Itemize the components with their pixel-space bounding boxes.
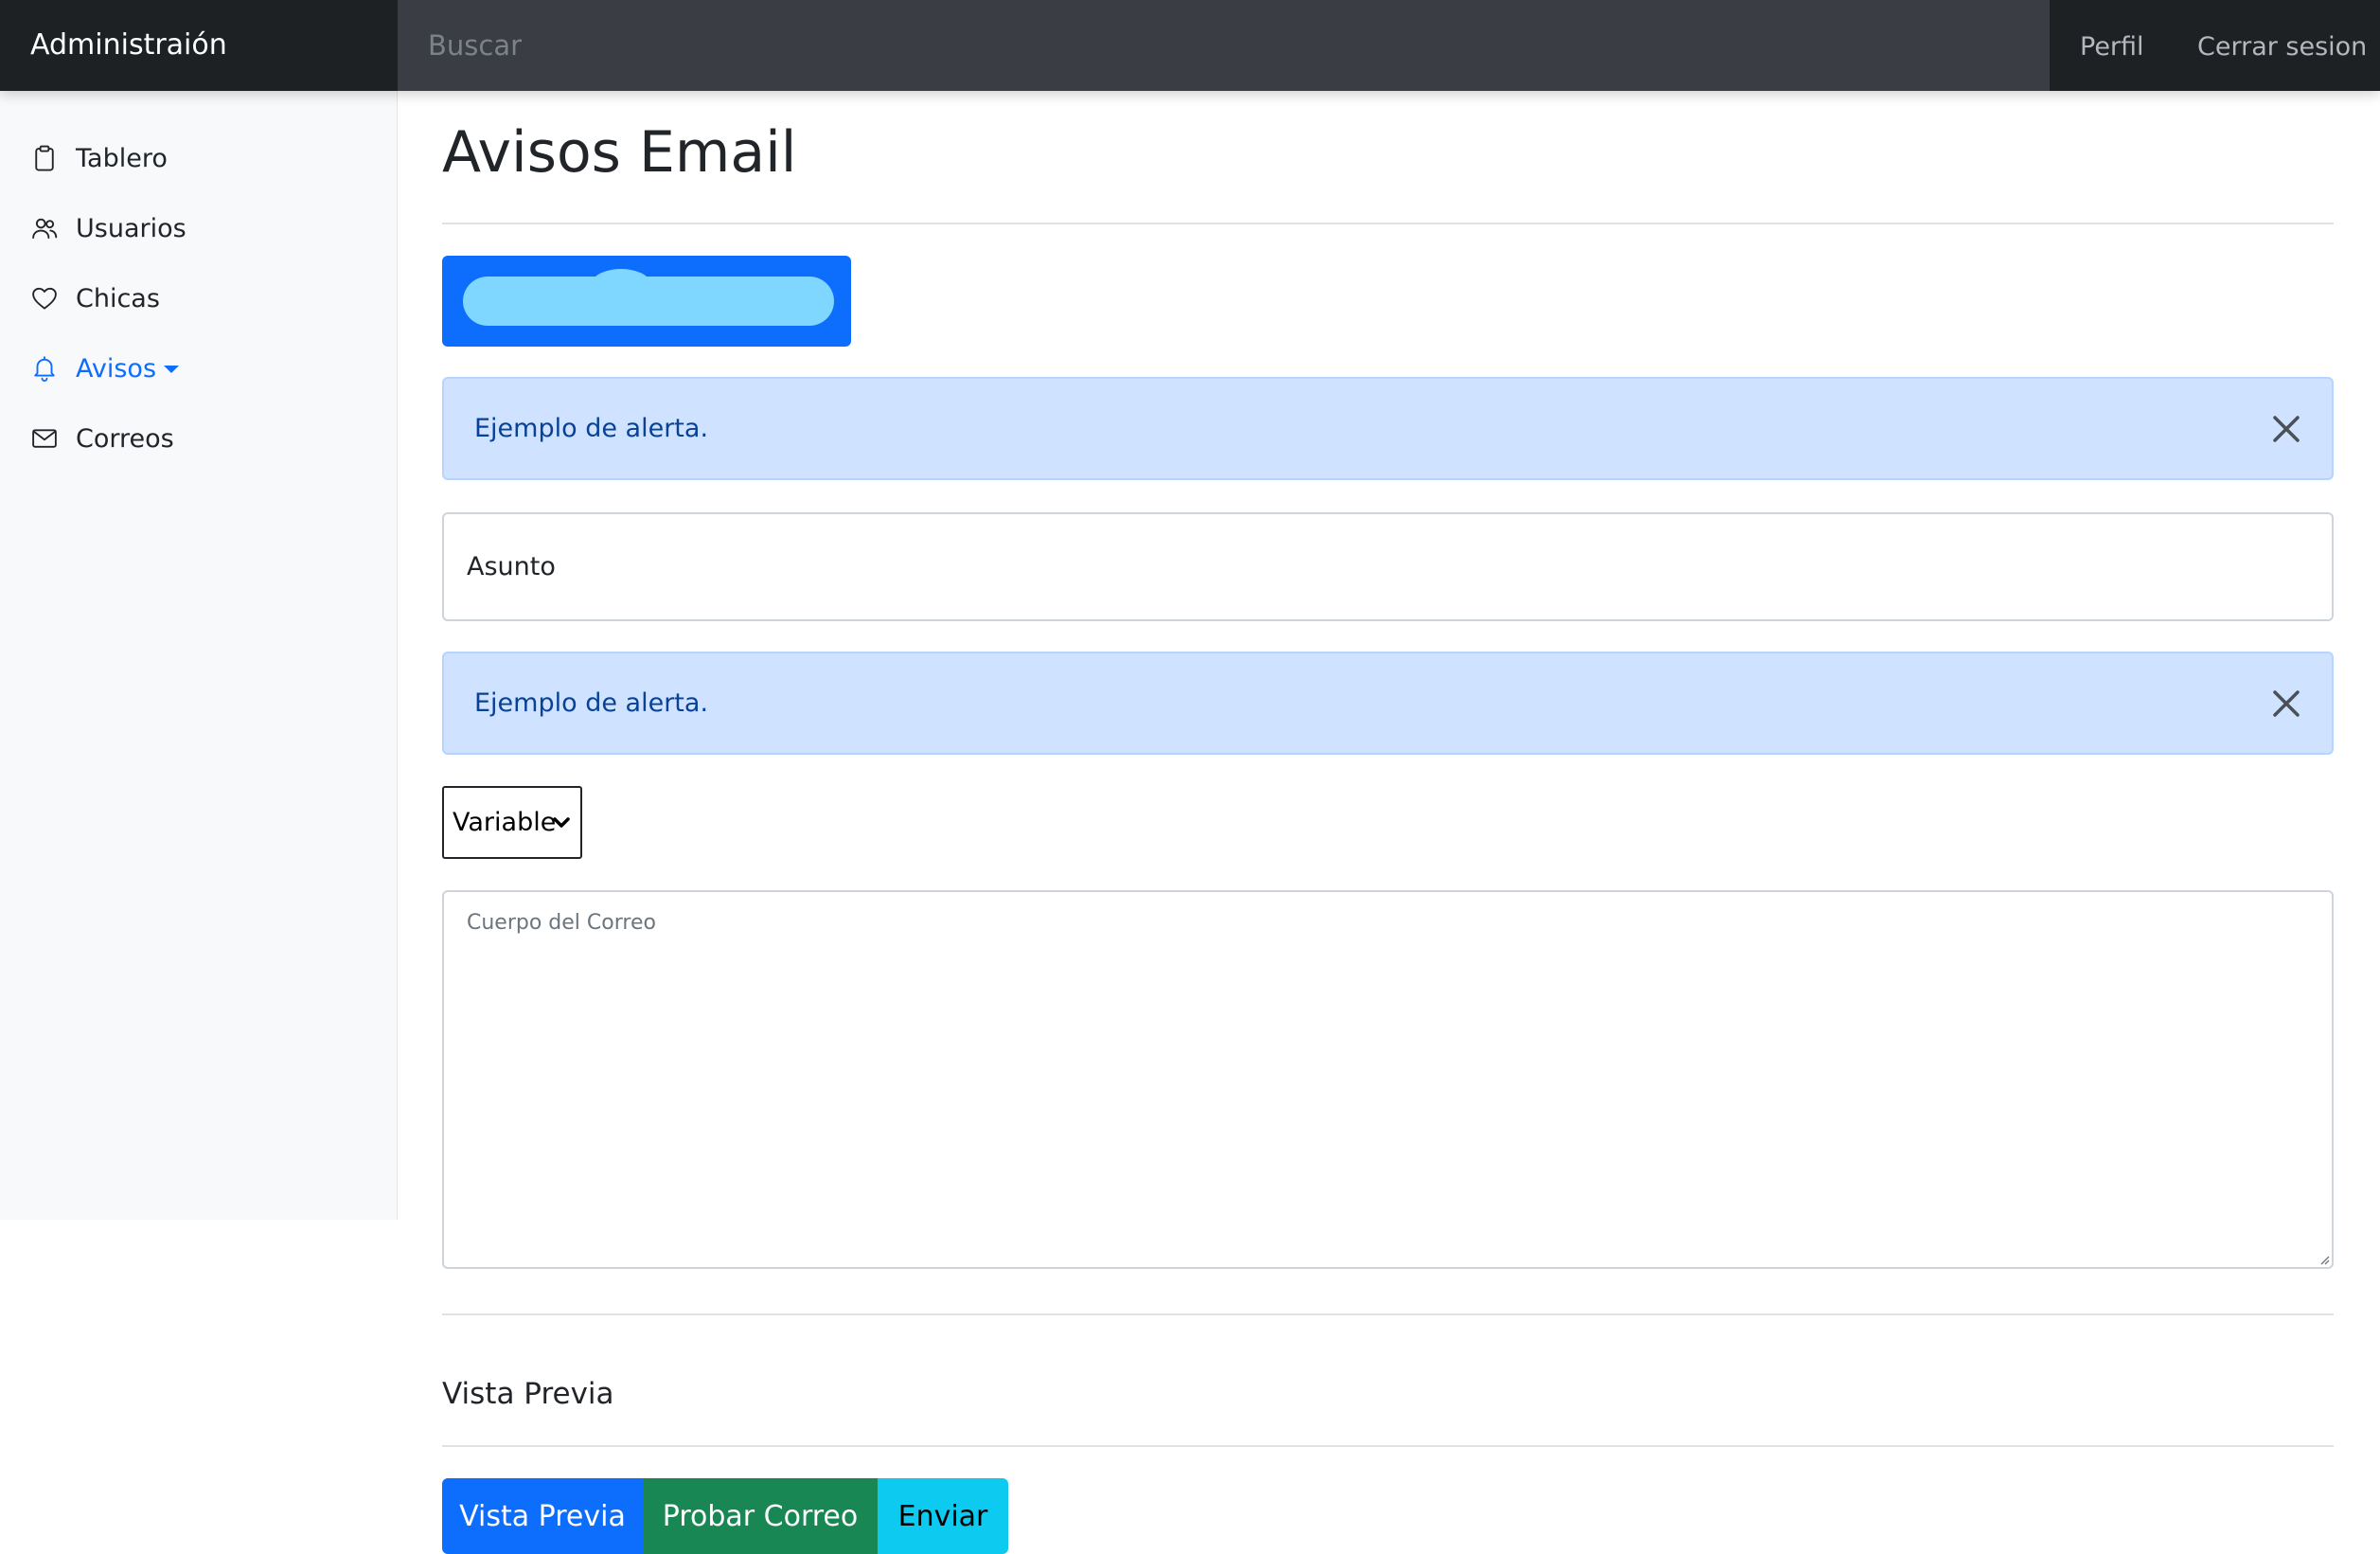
sidebar-item-label: Tablero bbox=[76, 143, 168, 173]
logout-link[interactable]: Cerrar sesion bbox=[2197, 0, 2367, 91]
dropdown-caret-icon bbox=[164, 366, 180, 373]
test-email-button[interactable]: Probar Correo bbox=[643, 1478, 878, 1554]
page-title: Avisos Email bbox=[442, 119, 797, 186]
sidebar-item-tablero[interactable]: Tablero bbox=[30, 134, 168, 183]
variable-select-value: Variable bbox=[453, 808, 557, 837]
sidebar-item-label: Usuarios bbox=[76, 213, 186, 243]
alert-text: Ejemplo de alerta. bbox=[474, 414, 709, 443]
redaction-mark bbox=[592, 269, 650, 299]
alert: Ejemplo de alerta. bbox=[442, 377, 2334, 480]
sidebar-item-label: Correos bbox=[76, 423, 174, 454]
main-content: Avisos Email Ejemplo de alerta. Asunto E… bbox=[442, 91, 2334, 1554]
users-icon bbox=[32, 218, 58, 239]
divider bbox=[442, 1313, 2334, 1315]
redacted-button[interactable] bbox=[442, 256, 851, 347]
action-button-group: Vista Previa Probar Correo Enviar bbox=[442, 1478, 1008, 1554]
preview-button[interactable]: Vista Previa bbox=[442, 1478, 643, 1554]
subject-label: Asunto bbox=[467, 552, 556, 581]
variable-select[interactable]: Variable bbox=[442, 786, 582, 859]
sidebar-item-label: Chicas bbox=[76, 283, 160, 313]
send-button[interactable]: Enviar bbox=[878, 1478, 1008, 1554]
divider bbox=[442, 1445, 2334, 1447]
alert-text: Ejemplo de alerta. bbox=[474, 688, 709, 718]
sidebar-item-label: Avisos bbox=[76, 353, 157, 384]
clipboard-icon bbox=[35, 145, 54, 171]
close-icon[interactable] bbox=[2264, 681, 2309, 726]
subject-field[interactable]: Asunto bbox=[442, 512, 2334, 621]
resize-grip-icon[interactable] bbox=[2318, 1254, 2330, 1265]
sidebar-item-chicas[interactable]: Chicas bbox=[30, 274, 160, 323]
heart-icon bbox=[32, 287, 57, 310]
close-icon[interactable] bbox=[2264, 406, 2309, 452]
top-navbar: Administraión Perfil Cerrar sesion bbox=[0, 0, 2380, 91]
search-input[interactable] bbox=[398, 0, 2050, 91]
chevron-down-icon bbox=[553, 817, 570, 828]
sidebar-item-correos[interactable]: Correos bbox=[30, 414, 174, 463]
sidebar-item-usuarios[interactable]: Usuarios bbox=[30, 204, 186, 253]
sidebar-item-avisos[interactable]: Avisos bbox=[30, 344, 180, 393]
email-body-textarea[interactable] bbox=[442, 890, 2334, 1269]
brand-title[interactable]: Administraión bbox=[0, 0, 398, 91]
envelope-icon bbox=[32, 429, 57, 448]
sidebar: Tablero Usuarios Chicas Avisos Correos bbox=[0, 91, 398, 1220]
profile-link[interactable]: Perfil bbox=[2080, 0, 2144, 91]
divider bbox=[442, 223, 2334, 224]
alert: Ejemplo de alerta. bbox=[442, 652, 2334, 755]
preview-heading: Vista Previa bbox=[442, 1377, 614, 1411]
bell-icon bbox=[34, 356, 55, 383]
navbar-links: Perfil Cerrar sesion bbox=[2050, 0, 2380, 91]
